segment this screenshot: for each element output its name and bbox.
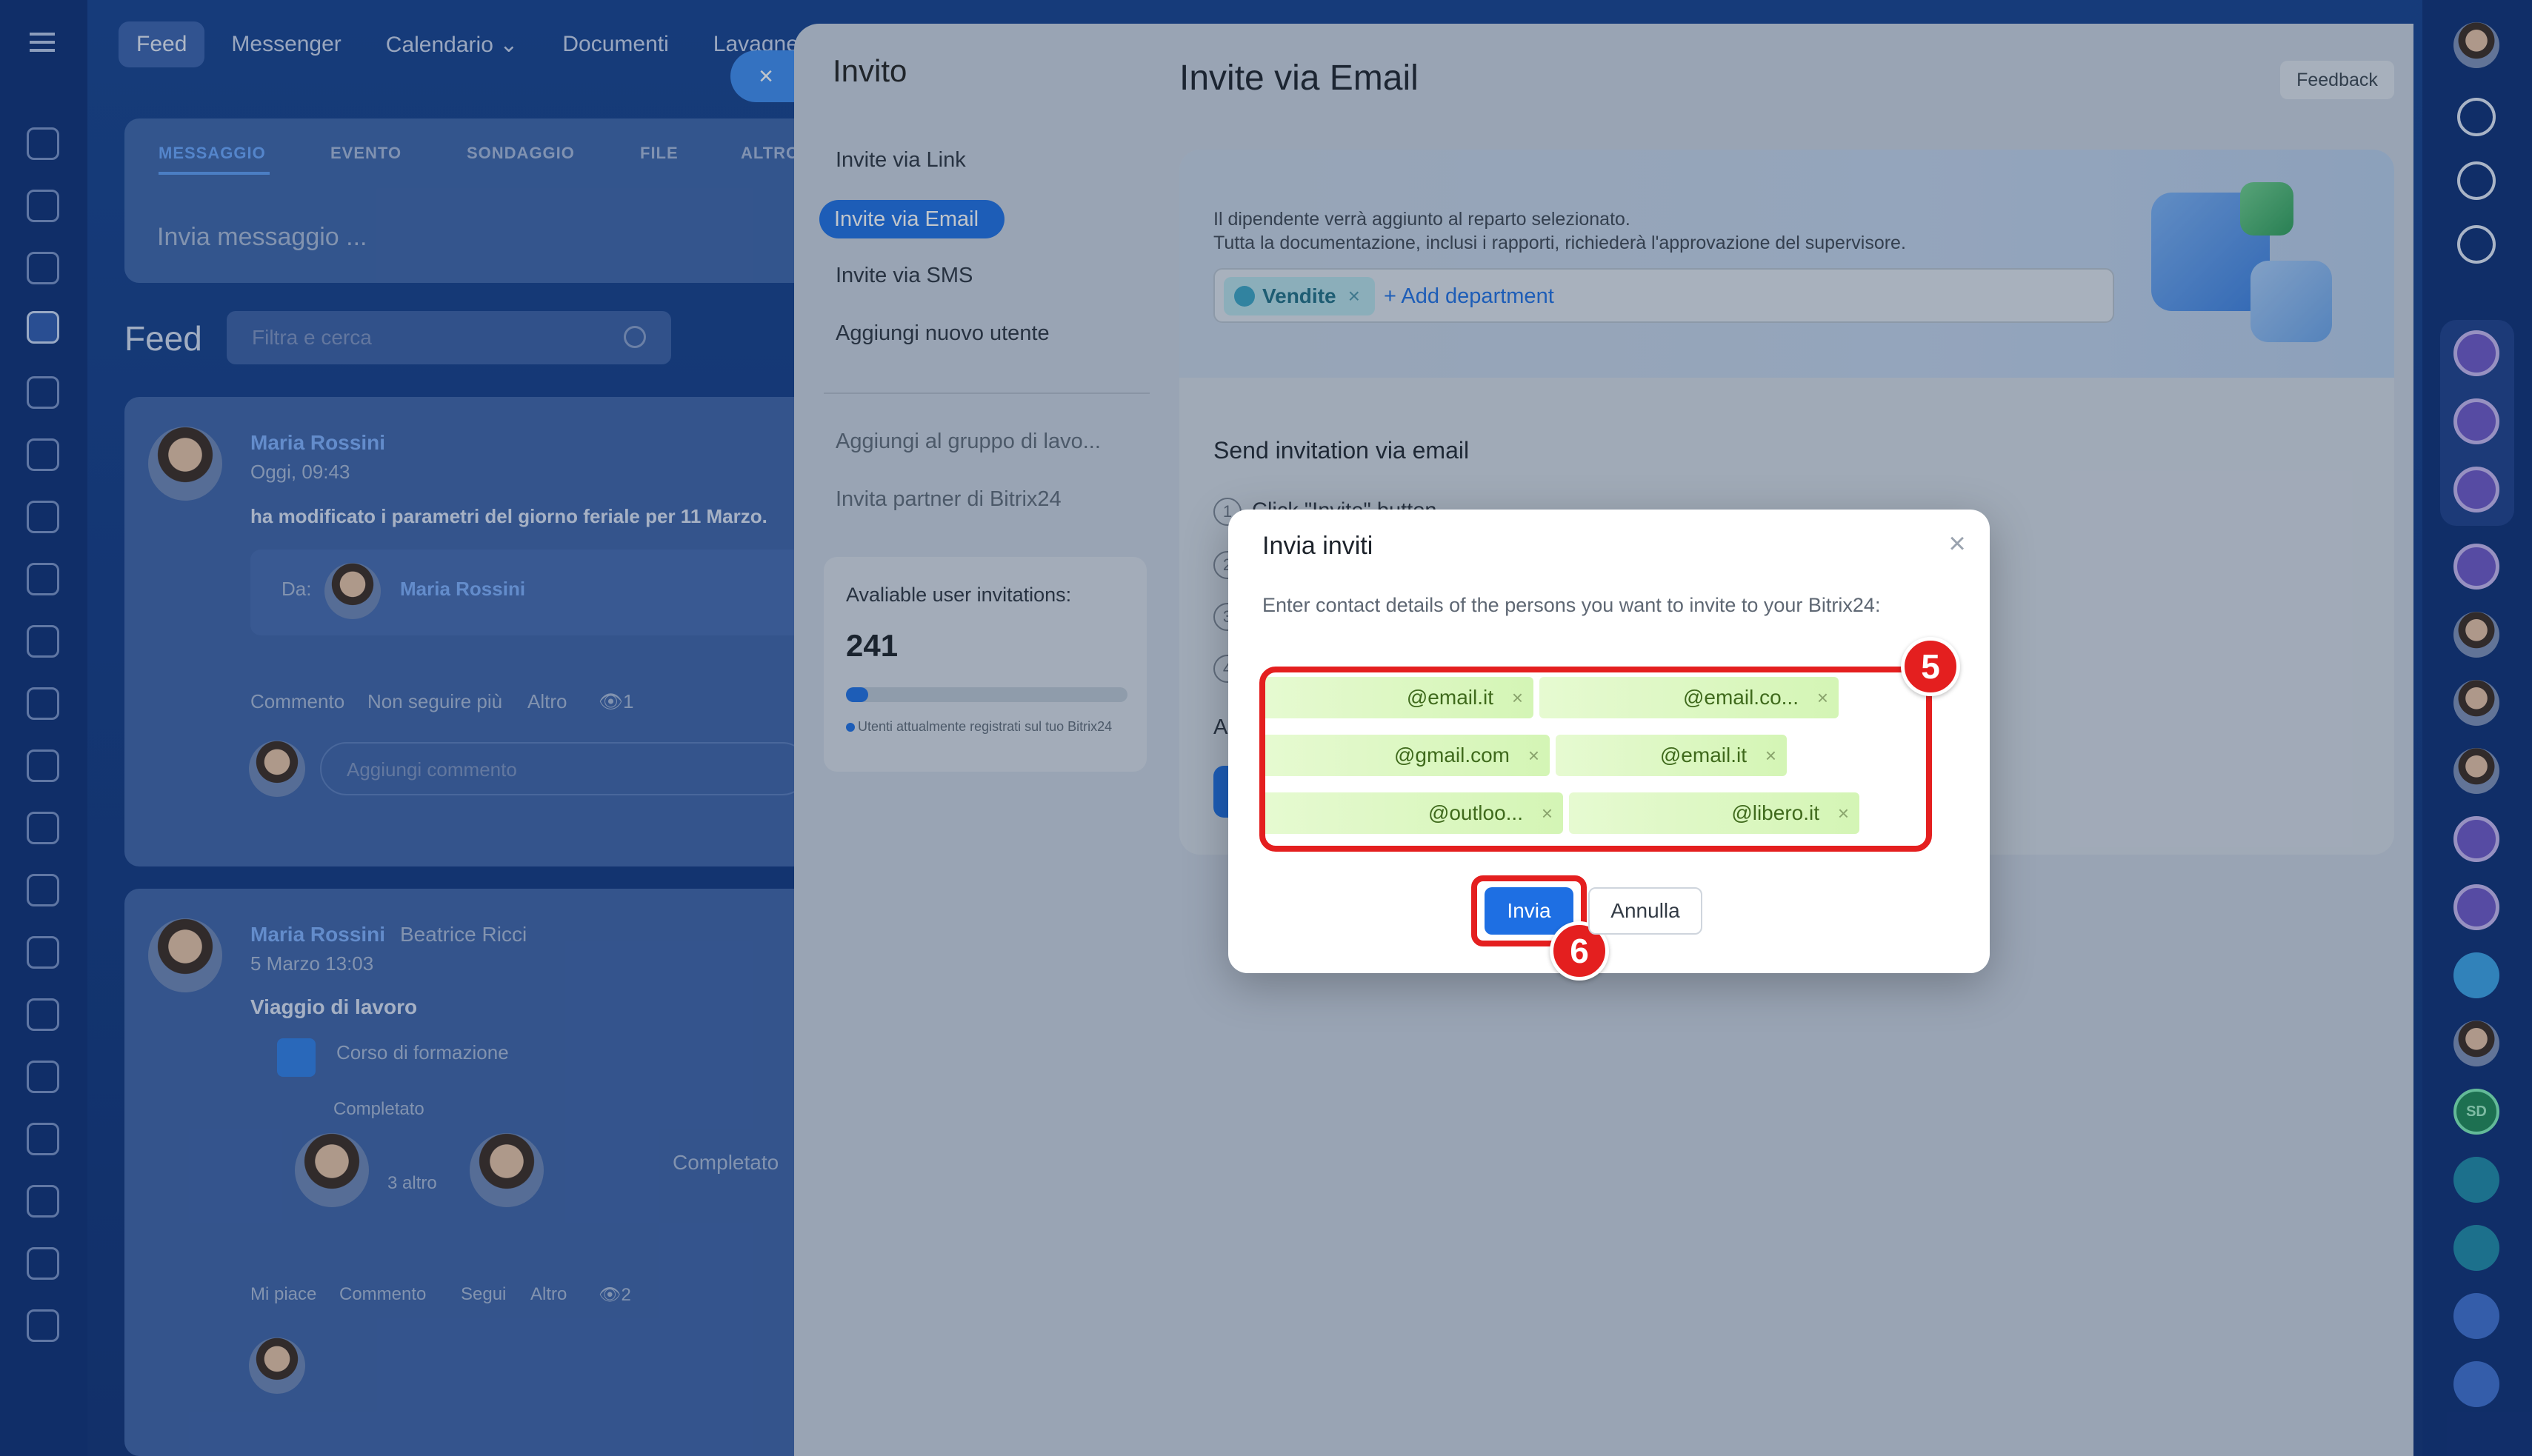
annotation-badge-5: 5	[1901, 637, 1960, 696]
modal-description: Enter contact details of the persons you…	[1262, 594, 1881, 616]
modal-title: Invia inviti	[1262, 532, 1373, 560]
annotation-highlight-emails	[1259, 667, 1932, 852]
close-icon[interactable]: ×	[1939, 526, 1975, 561]
cancel-button[interactable]: Annulla	[1588, 887, 1702, 935]
